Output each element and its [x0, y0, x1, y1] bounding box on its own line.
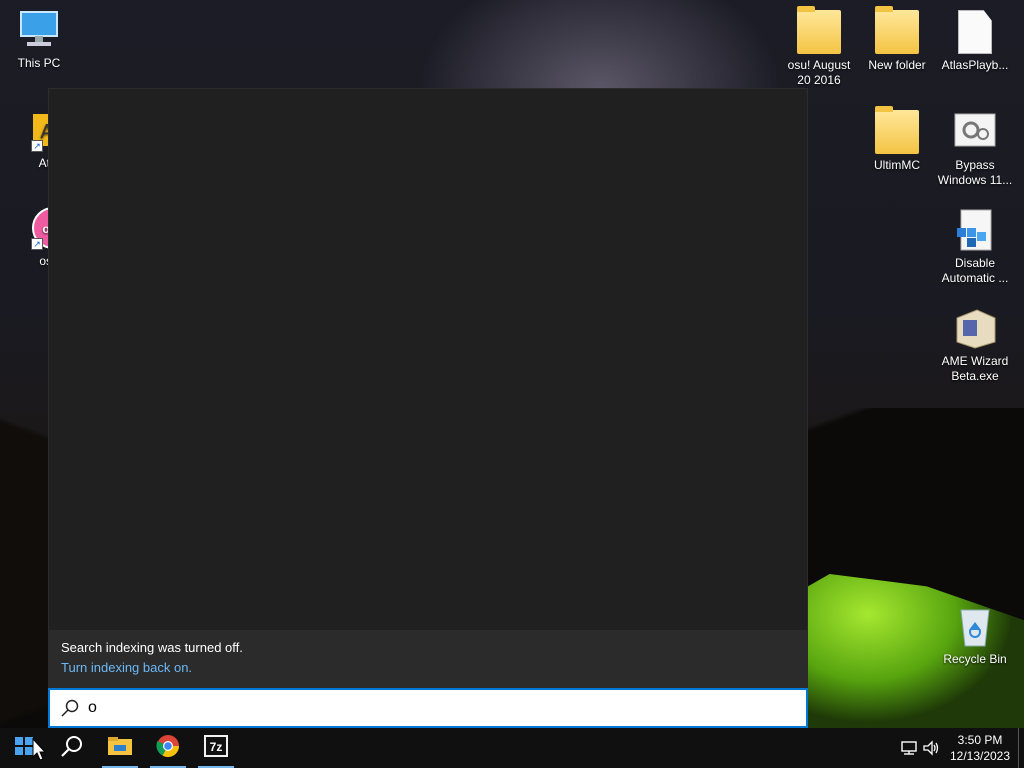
desktop-icon-label: UltimMC [874, 158, 920, 172]
search-input[interactable] [88, 699, 768, 717]
search-icon [60, 734, 84, 763]
chrome-icon [156, 734, 180, 763]
turn-indexing-on-link[interactable]: Turn indexing back on. [61, 660, 795, 675]
desktop-icon-bypass-windows[interactable]: Bypass Windows 11... [936, 110, 1014, 188]
desktop-icon-atlasplayb[interactable]: AtlasPlayb... [936, 10, 1014, 73]
desktop-icon-label: osu! August 20 2016 [787, 58, 851, 87]
desktop-icon-label: Recycle Bin [943, 652, 1007, 666]
desktop-icon-label: Disable Automatic ... [941, 256, 1009, 285]
computer-icon [17, 8, 61, 52]
taskbar-search-button[interactable] [48, 728, 96, 768]
script-file-icon [953, 208, 997, 252]
settings-file-icon [953, 110, 997, 154]
desktop-icon-label: This PC [17, 56, 61, 70]
taskbar-chrome[interactable] [144, 728, 192, 768]
clock-date: 12/13/2023 [949, 749, 1011, 763]
desktop-icon-ultimmc[interactable]: UltimMC [858, 106, 936, 173]
desktop-icon-new-folder[interactable]: New folder [858, 6, 936, 73]
desktop-icon-label: AME Wizard Beta.exe [941, 354, 1009, 383]
recycle-bin-icon [953, 604, 997, 648]
indexing-notice-title: Search indexing was turned off. [61, 640, 243, 655]
search-results-panel: Search indexing was turned off. Turn ind… [48, 88, 808, 688]
folder-icon [797, 6, 841, 54]
folder-icon [875, 6, 919, 54]
search-box[interactable] [48, 688, 808, 728]
file-explorer-icon [108, 735, 132, 762]
network-icon[interactable] [898, 728, 920, 768]
volume-icon[interactable] [920, 728, 942, 768]
desktop-icon-ame-wizard[interactable]: AME Wizard Beta.exe [936, 306, 1014, 384]
taskbar-clock[interactable]: 3:50 PM 12/13/2023 [942, 732, 1018, 764]
desktop-icon-label: New folder [868, 58, 926, 72]
desktop-icon-label: AtlasPlayb... [941, 58, 1009, 72]
desktop-icon-label: Bypass Windows 11... [937, 158, 1013, 187]
mouse-pointer-icon [32, 737, 47, 762]
clock-time: 3:50 PM [957, 733, 1003, 747]
windows-logo-icon [15, 736, 33, 760]
taskbar-file-explorer[interactable] [96, 728, 144, 768]
desktop-icon-osu-august-folder[interactable]: osu! August 20 2016 [780, 6, 858, 88]
taskbar: 7z 3:50 PM 12/13/2023 [0, 728, 1024, 768]
shortcut-arrow-icon: ↗ [31, 140, 43, 152]
desktop-icon-recycle-bin[interactable]: Recycle Bin [936, 604, 1014, 667]
taskbar-7zip[interactable]: 7z [192, 728, 240, 768]
indexing-notice: Search indexing was turned off. Turn ind… [49, 630, 807, 687]
document-icon [958, 10, 992, 54]
shortcut-arrow-icon: ↗ [31, 238, 43, 250]
installer-icon [953, 306, 997, 350]
svg-text:7z: 7z [210, 740, 223, 754]
search-icon [60, 698, 80, 718]
desktop-icon-this-pc[interactable]: This PC [0, 8, 78, 71]
system-tray: 3:50 PM 12/13/2023 [898, 728, 1024, 768]
folder-icon [875, 106, 919, 154]
show-desktop-button[interactable] [1018, 728, 1024, 768]
7zip-icon: 7z [204, 734, 228, 762]
desktop-icon-disable-automatic[interactable]: Disable Automatic ... [936, 208, 1014, 286]
